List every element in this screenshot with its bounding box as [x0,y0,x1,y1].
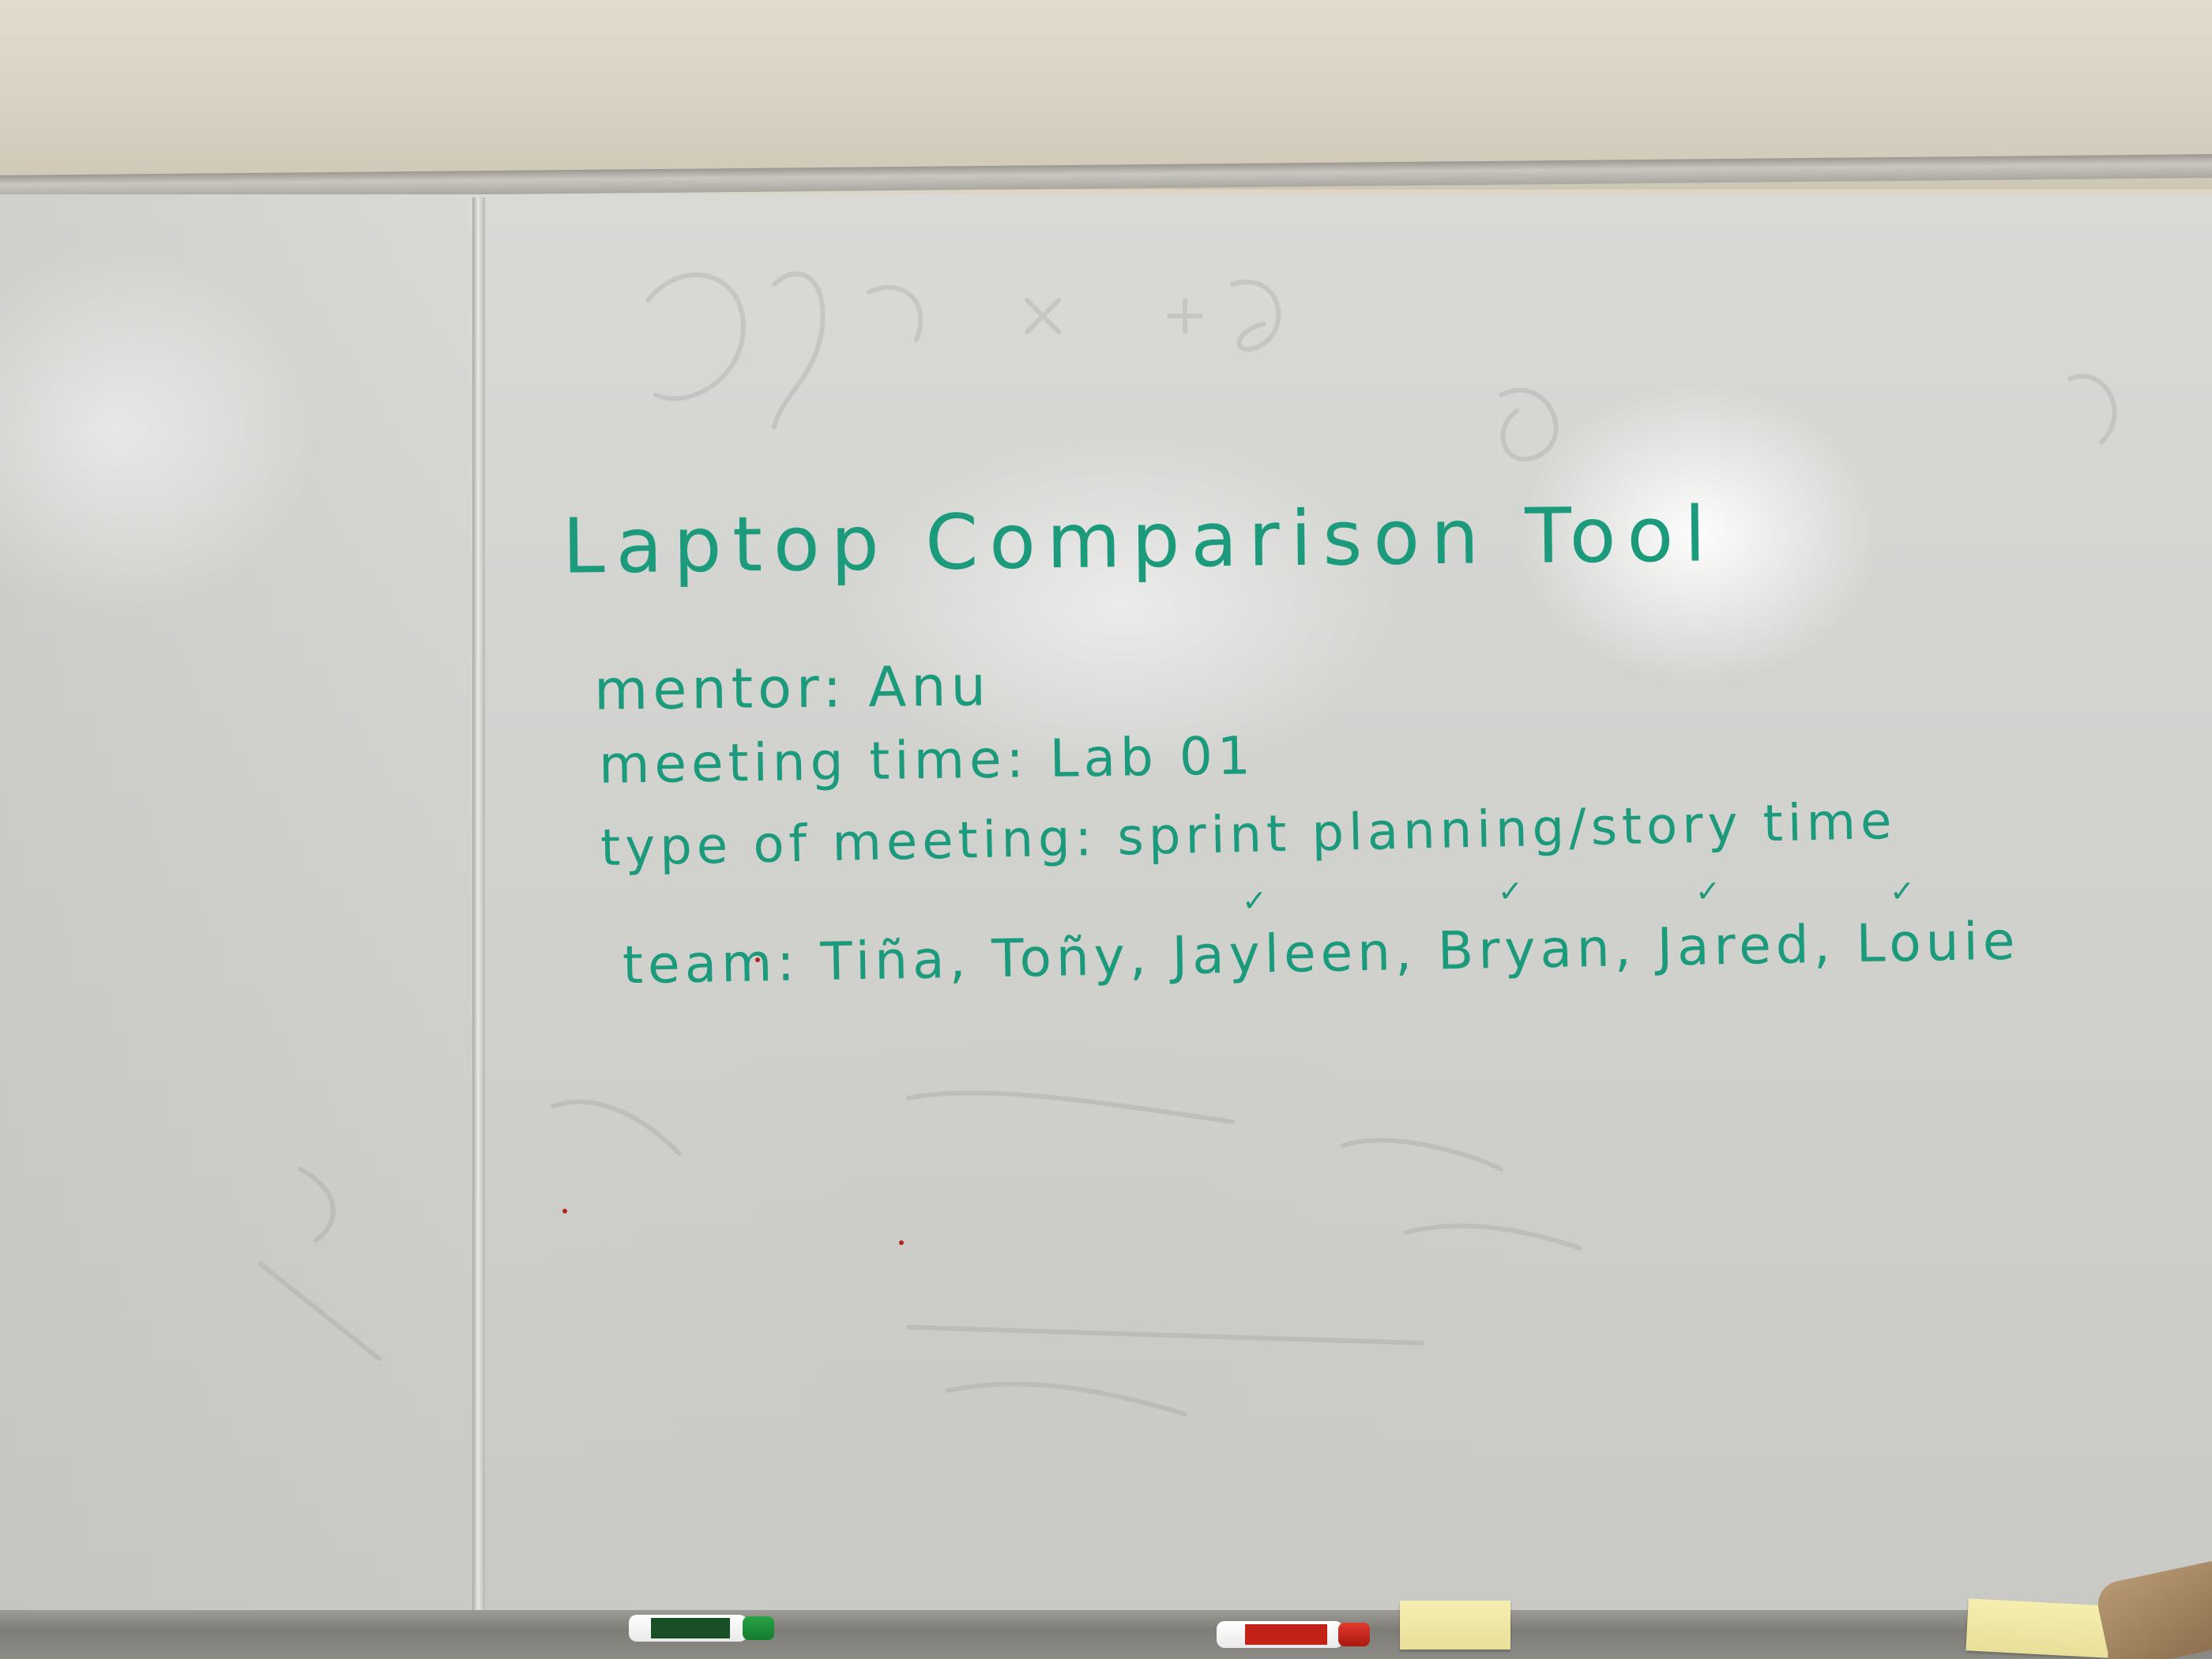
red-marker-cap [1338,1623,1370,1646]
marker-tray [0,1610,2212,1659]
sticky-note-pad-icon[interactable] [1400,1601,1510,1650]
check-mark-icon: ✓ [1242,883,1267,918]
check-mark-icon: ✓ [1498,874,1523,908]
green-marker-cap [743,1616,774,1640]
red-marker-scuff [899,1240,904,1245]
red-marker-scuff [755,957,760,962]
green-marker-icon[interactable] [629,1615,774,1642]
whiteboard-photo: Laptop Comparison Tool mentor: Anu meeti… [0,0,2212,1659]
check-mark-icon: ✓ [1890,874,1915,908]
sticky-note-pad-icon[interactable] [1966,1598,2111,1658]
red-marker-band [1245,1624,1327,1645]
check-mark-icon: ✓ [1695,874,1721,908]
mentor-line: mentor: Anu [593,653,991,723]
red-marker-icon[interactable] [1217,1621,1370,1648]
red-marker-scuff [562,1209,567,1213]
meeting-time-line: meeting time: Lab 01 [598,725,1256,796]
green-marker-band [651,1618,730,1638]
project-title: Laptop Comparison Tool [562,490,1717,591]
